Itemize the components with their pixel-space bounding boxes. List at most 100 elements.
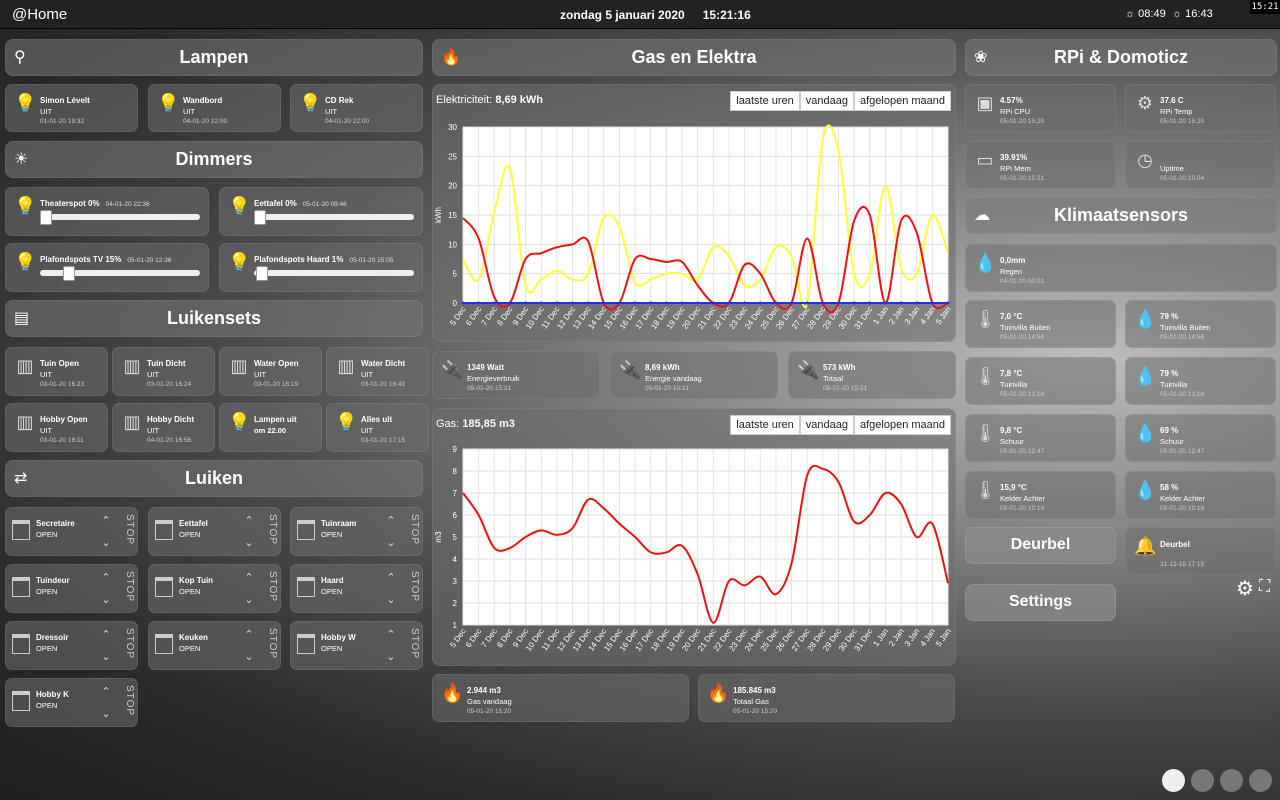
data-point xyxy=(883,301,887,305)
blind-down-button[interactable]: ⌄ xyxy=(97,646,115,668)
deurbel-tile[interactable]: 🔔 Deurbel 31-12-19 17:15 xyxy=(1125,527,1276,575)
blind-up-button[interactable]: ⌃ xyxy=(97,681,115,703)
blindset-name: Tuin Dicht xyxy=(147,359,186,368)
rpi-tile[interactable]: ▭ 39.91% RPi Mem 05-01-20 15:21 xyxy=(965,141,1116,189)
blind-down-button[interactable]: ⌄ xyxy=(382,589,400,611)
blind-stop-button[interactable]: STOP xyxy=(404,571,420,605)
gas-tile[interactable]: 🔥 2.944 m3 Gas vandaag 05-01-20 15:20 xyxy=(432,674,689,722)
blind-stop-button[interactable]: STOP xyxy=(119,514,135,548)
lamp-tile[interactable]: 💡 CD Rek UIT 04-01-20 22:00 xyxy=(290,84,423,132)
blind-down-button[interactable]: ⌄ xyxy=(240,646,258,668)
blind-tile: Haard OPEN ⌃ ⌄ STOP xyxy=(290,564,423,613)
page-dot-2[interactable] xyxy=(1191,769,1214,792)
blind-down-button[interactable]: ⌄ xyxy=(382,646,400,668)
dimmer-slider[interactable] xyxy=(254,266,414,281)
energy-tile[interactable]: 🔌 573 kWh Totaal 05-01-20 15:21 xyxy=(788,351,956,399)
header-lampen[interactable]: ⚲ Lampen xyxy=(5,39,423,76)
blind-stop-button[interactable]: STOP xyxy=(262,514,278,548)
data-point xyxy=(649,301,653,305)
sunset-icon: ☼ xyxy=(1172,8,1183,20)
blind-up-button[interactable]: ⌃ xyxy=(382,510,400,532)
blind-stop-button[interactable]: STOP xyxy=(119,628,135,662)
dimmer-slider-handle[interactable] xyxy=(254,210,266,225)
deurbel-button[interactable]: Deurbel xyxy=(965,527,1116,564)
climate-tile[interactable]: 🌡 7,8 °C Tuinvilla 05-01-20 13:18 xyxy=(965,357,1116,405)
fullscreen-icon[interactable]: ⛶ xyxy=(1259,578,1270,596)
blind-stop-button[interactable]: STOP xyxy=(119,685,135,719)
date-time: zondag 5 januari 2020 15:21:16 xyxy=(560,8,769,22)
page-dot-4[interactable] xyxy=(1249,769,1272,792)
energy-tile[interactable]: 🔌 8,69 kWh Energie vandaag 05-01-20 15:21 xyxy=(610,351,778,399)
blindset-tile[interactable]: ▥ Tuin Dicht UIT 03-01-20 16:24 xyxy=(112,347,215,396)
header-gas-elektra[interactable]: 🔥 Gas en Elektra xyxy=(432,39,956,76)
rpi-tile[interactable]: ◷ Uptime 05-01-20 15:04 xyxy=(1125,141,1276,189)
header-luiken[interactable]: ⇄ Luiken xyxy=(5,460,423,497)
dimmer-slider[interactable] xyxy=(40,266,200,281)
climate-tile[interactable]: 💧 79 % Tuinvilla 05-01-20 13:18 xyxy=(1125,357,1276,405)
rpi-tile[interactable]: ▣ 4.57% RPi CPU 05-01-20 15:20 xyxy=(965,84,1116,132)
climate-tile[interactable]: 💧 58 % Kelder Achter 05-01-20 10:19 xyxy=(1125,471,1276,519)
blind-arrows: ⌃ ⌄ xyxy=(97,510,115,554)
climate-tile[interactable]: 💧 69 % Schuur 05-01-20 12:47 xyxy=(1125,414,1276,462)
settings-button[interactable]: Settings xyxy=(965,584,1116,621)
dimmer-slider-handle[interactable] xyxy=(255,266,268,281)
blindset-tile[interactable]: ▥ Hobby Dicht UIT 04-01-20 16:56 xyxy=(112,403,215,452)
blind-down-button[interactable]: ⌄ xyxy=(382,532,400,554)
rpi-value: 39.91% xyxy=(1000,153,1028,162)
blind-up-button[interactable]: ⌃ xyxy=(97,510,115,532)
header-klimaat[interactable]: ☁ Klimaatsensors xyxy=(965,197,1277,234)
rpi-tile[interactable]: ⚙ 37.6 C RPi Temp 05-01-20 15:20 xyxy=(1125,84,1276,132)
blindset-tile[interactable]: ▥ Water Open UIT 03-01-20 16:19 xyxy=(219,347,322,396)
blind-up-button[interactable]: ⌃ xyxy=(382,624,400,646)
rain-tile[interactable]: 💧 0,0mm Regen 04-01-20 00:01 xyxy=(965,244,1277,292)
energy-tile[interactable]: 🔌 1349 Watt Energieverbruik 05-01-20 15:21 xyxy=(432,351,600,399)
blind-name: Secretaire xyxy=(36,519,75,528)
blind-stop-button[interactable]: STOP xyxy=(119,571,135,605)
blind-up-button[interactable]: ⌃ xyxy=(240,510,258,532)
blind-down-button[interactable]: ⌄ xyxy=(240,589,258,611)
blindset-tile[interactable]: ▥ Tuin Open UIT 03-01-20 16:23 xyxy=(5,347,108,396)
climate-tile[interactable]: 💧 79 % Tuinvilla Buiten 05-01-20 14:56 xyxy=(1125,300,1276,348)
blindset-tile[interactable]: ▥ Hobby Open UIT 03-01-20 16:11 xyxy=(5,403,108,452)
blindset-tile[interactable]: 💡 Alles uit UIT 03-01-20 17:15 xyxy=(326,403,429,452)
blind-stop-button[interactable]: STOP xyxy=(404,628,420,662)
climate-tile[interactable]: 🌡 9,8 °C Schuur 05-01-20 12:47 xyxy=(965,414,1116,462)
blind-down-button[interactable]: ⌄ xyxy=(240,532,258,554)
dimmer-slider[interactable] xyxy=(254,210,414,225)
gas-chart-panel: Gas: 185,85 m3 laatste uren vandaag afge… xyxy=(432,408,956,666)
dimmer-name: Eettafel 0% 05-01-20 09:46 xyxy=(254,199,347,208)
blind-icon xyxy=(155,634,173,654)
blind-up-button[interactable]: ⌃ xyxy=(240,567,258,589)
blind-state: OPEN xyxy=(321,587,343,596)
x-tick-label: 3 Jan xyxy=(903,305,922,326)
blindset-tile[interactable]: 💡 Lampen uit om 22.00 xyxy=(219,403,322,452)
climate-tile[interactable]: 🌡 15,9 °C Kelder Achter 05-01-20 10:19 xyxy=(965,471,1116,519)
blind-up-button[interactable]: ⌃ xyxy=(240,624,258,646)
gear-icon[interactable]: ⚙ xyxy=(1236,576,1254,601)
page-dot-1[interactable] xyxy=(1162,769,1185,792)
blindset-tile[interactable]: ▥ Water Dicht UIT 03-01-20 16:43 xyxy=(326,347,429,396)
blind-up-button[interactable]: ⌃ xyxy=(97,624,115,646)
lamp-tile[interactable]: 💡 Wandbord UIT 04-01-20 22:00 xyxy=(148,84,281,132)
data-point xyxy=(727,301,731,305)
blind-down-button[interactable]: ⌄ xyxy=(97,532,115,554)
blindset-time: 04-01-20 16:56 xyxy=(147,437,192,444)
dimmer-slider-handle[interactable] xyxy=(62,266,75,281)
blind-stop-button[interactable]: STOP xyxy=(404,514,420,548)
blind-stop-button[interactable]: STOP xyxy=(262,571,278,605)
header-dimmers[interactable]: ☀ Dimmers xyxy=(5,141,423,178)
blind-up-button[interactable]: ⌃ xyxy=(382,567,400,589)
blind-stop-button[interactable]: STOP xyxy=(262,628,278,662)
blind-down-button[interactable]: ⌄ xyxy=(97,703,115,725)
blind-down-button[interactable]: ⌄ xyxy=(97,589,115,611)
header-rpi[interactable]: ❀ RPi & Domoticz xyxy=(965,39,1277,76)
climate-tile[interactable]: 🌡 7,0 °C Tuinvilla Buiten 05-01-20 14:56 xyxy=(965,300,1116,348)
dimmer-slider-handle[interactable] xyxy=(40,210,52,225)
gas-tile[interactable]: 🔥 185.845 m3 Totaal Gas 05-01-20 15:20 xyxy=(698,674,955,722)
dimmer-slider[interactable] xyxy=(40,210,200,225)
header-luikensets-label: Luikensets xyxy=(166,308,262,328)
page-dot-3[interactable] xyxy=(1220,769,1243,792)
lamp-tile[interactable]: 💡 Simon Lévelt UIT 01-01-20 19:32 xyxy=(5,84,138,132)
header-luikensets[interactable]: ▤ Luikensets xyxy=(5,300,423,337)
blind-up-button[interactable]: ⌃ xyxy=(97,567,115,589)
